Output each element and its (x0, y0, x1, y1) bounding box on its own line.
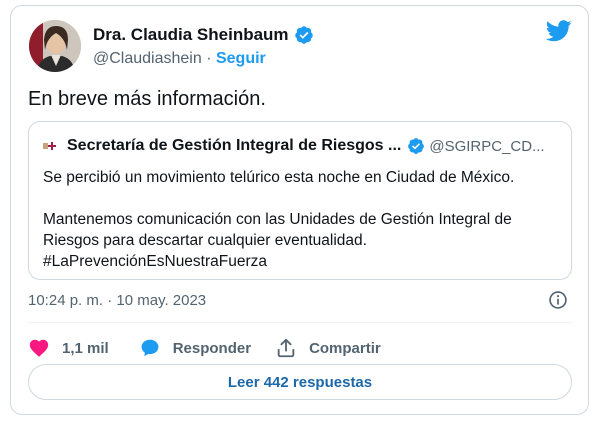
quoted-author-handle[interactable]: @SGIRPC_CD... (429, 138, 544, 155)
sgirpc-logo-icon (43, 142, 56, 150)
quoted-line-2: Mantenemos comunicación con las Unidades… (43, 211, 512, 249)
tweet-text: En breve más información. (28, 88, 266, 110)
author-name-row: Dra. Claudia Sheinbaum (93, 25, 314, 45)
like-count: 1,1 mil (62, 339, 109, 357)
quoted-author-name[interactable]: Secretaría de Gestión Integral de Riesgo… (67, 137, 401, 155)
quoted-body: Se percibió un movimiento telúrico esta … (43, 167, 563, 272)
author-handle[interactable]: @Claudiashein (93, 50, 202, 67)
quoted-tweet[interactable]: Secretaría de Gestión Integral de Riesgo… (28, 121, 572, 280)
quoted-hashtag[interactable]: #LaPrevenciónEsNuestraFuerza (43, 251, 563, 272)
author-handle-row: @Claudiashein · Seguir (93, 50, 266, 68)
info-icon[interactable] (548, 290, 568, 310)
share-label: Compartir (309, 339, 381, 357)
divider (28, 322, 572, 323)
reply-label: Responder (172, 339, 252, 357)
reply-bubble-icon (141, 339, 159, 357)
read-replies-button[interactable]: Leer 442 respuestas (28, 364, 572, 400)
handle-separator: · (206, 50, 212, 67)
avatar-image (29, 20, 81, 72)
reply-button[interactable]: Responder (139, 337, 251, 359)
twitter-bird-icon[interactable] (546, 20, 572, 42)
avatar[interactable] (29, 20, 81, 72)
like-button[interactable]: 1,1 mil (28, 337, 109, 359)
share-icon (277, 338, 295, 358)
tweet-card: Dra. Claudia Sheinbaum @Claudiashein · S… (10, 5, 589, 415)
quoted-header: Secretaría de Gestión Integral de Riesgo… (43, 137, 563, 155)
tweet-timestamp[interactable]: 10:24 p. m. · 10 may. 2023 (28, 292, 206, 309)
heart-icon (29, 339, 49, 357)
verified-badge-icon (294, 26, 313, 44)
verified-badge-icon (408, 138, 425, 154)
follow-button[interactable]: Seguir (216, 50, 266, 67)
action-bar: 1,1 mil Responder Compartir (28, 334, 381, 362)
share-button[interactable]: Compartir (275, 337, 381, 359)
quoted-line-1: Se percibió un movimiento telúrico esta … (43, 169, 515, 186)
author-name[interactable]: Dra. Claudia Sheinbaum (93, 25, 289, 45)
